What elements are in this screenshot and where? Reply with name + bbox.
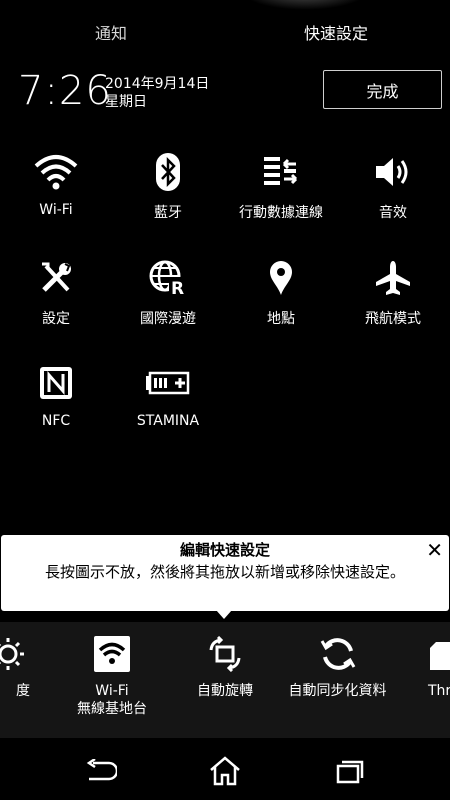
top-glow	[240, 0, 370, 10]
tile-label: NFC	[41, 413, 71, 429]
tile-wifi[interactable]: Wi-Fi	[0, 152, 112, 218]
auto-rotate-icon	[175, 634, 275, 674]
tile-mobile-data[interactable]: 行動數據連線	[225, 152, 337, 222]
tray-item-wifi-hotspot[interactable]: Wi-Fi 無線基地台	[62, 634, 162, 718]
location-pin-icon	[225, 258, 337, 298]
stamina-battery-icon	[112, 363, 224, 403]
tile-nfc[interactable]: NFC	[0, 363, 112, 429]
tile-label: 設定	[42, 311, 70, 327]
brightness-icon	[0, 634, 30, 674]
tile-sound[interactable]: 音效	[337, 152, 449, 222]
tray-item-throw[interactable]: Thr	[428, 634, 450, 700]
throw-icon	[428, 634, 450, 674]
tab-quick-settings[interactable]: 快速設定	[304, 20, 368, 44]
tile-label: Wi-Fi	[39, 202, 73, 218]
tile-label: 飛航模式	[365, 311, 421, 327]
tray-item-auto-rotate[interactable]: 自動旋轉	[175, 634, 275, 700]
quick-settings-tray[interactable]: 度 Wi-Fi 無線基地台 自動旋轉 自動同步化資料 Thr	[0, 622, 450, 738]
navigation-bar	[0, 738, 450, 800]
tile-label: 地點	[267, 311, 295, 327]
wifi-hotspot-icon	[62, 634, 162, 674]
mobile-data-icon	[225, 152, 337, 192]
bluetooth-icon	[112, 152, 224, 192]
done-button[interactable]: 完成	[323, 70, 442, 109]
tile-location[interactable]: 地點	[225, 258, 337, 328]
tile-roaming[interactable]: R 國際漫遊	[112, 258, 224, 328]
tooltip-body: 長按圖示不放，然後將其拖放以新增或移除快速設定。	[44, 563, 405, 581]
wifi-icon	[0, 152, 112, 192]
tray-item-sync[interactable]: 自動同步化資料	[280, 634, 395, 700]
close-icon[interactable]: ✕	[426, 538, 443, 562]
recents-icon[interactable]	[330, 756, 370, 786]
tab-notifications[interactable]: 通知	[95, 20, 127, 44]
tray-label: 自動同步化資料	[288, 683, 387, 699]
tray-label-line2: 無線基地台	[77, 701, 147, 717]
clock-time: 7:26	[18, 68, 112, 114]
tile-settings[interactable]: 設定	[0, 258, 112, 328]
tray-label: 度	[16, 683, 30, 699]
tile-label: 音效	[379, 205, 407, 221]
tile-label: 藍牙	[154, 205, 182, 221]
nfc-icon	[0, 363, 112, 403]
tile-stamina[interactable]: STAMINA	[112, 363, 224, 429]
svg-text:R: R	[171, 279, 184, 297]
tile-label: STAMINA	[136, 413, 200, 429]
tray-item-brightness[interactable]: 度	[0, 634, 30, 700]
tile-label: 國際漫遊	[140, 311, 196, 327]
volume-icon	[337, 152, 449, 192]
back-icon[interactable]	[80, 756, 120, 786]
airplane-icon	[337, 258, 449, 298]
tray-label-line1: Wi-Fi	[95, 683, 129, 699]
tray-label: Thr	[428, 683, 450, 699]
settings-tools-icon	[0, 258, 112, 298]
tile-airplane[interactable]: 飛航模式	[337, 258, 449, 328]
roaming-globe-icon: R	[112, 258, 224, 298]
edit-quick-settings-tooltip: 編輯快速設定 長按圖示不放，然後將其拖放以新增或移除快速設定。 ✕	[1, 535, 449, 611]
tooltip-title: 編輯快速設定	[179, 541, 270, 559]
sync-icon	[280, 634, 395, 674]
clock-date: 2014年9月14日	[105, 76, 210, 92]
tile-bluetooth[interactable]: 藍牙	[112, 152, 224, 222]
clock-weekday: 星期日	[105, 94, 147, 110]
tile-label: 行動數據連線	[239, 205, 323, 221]
tooltip-arrow	[216, 610, 232, 619]
tray-label: 自動旋轉	[197, 683, 253, 699]
home-icon[interactable]	[205, 756, 245, 786]
